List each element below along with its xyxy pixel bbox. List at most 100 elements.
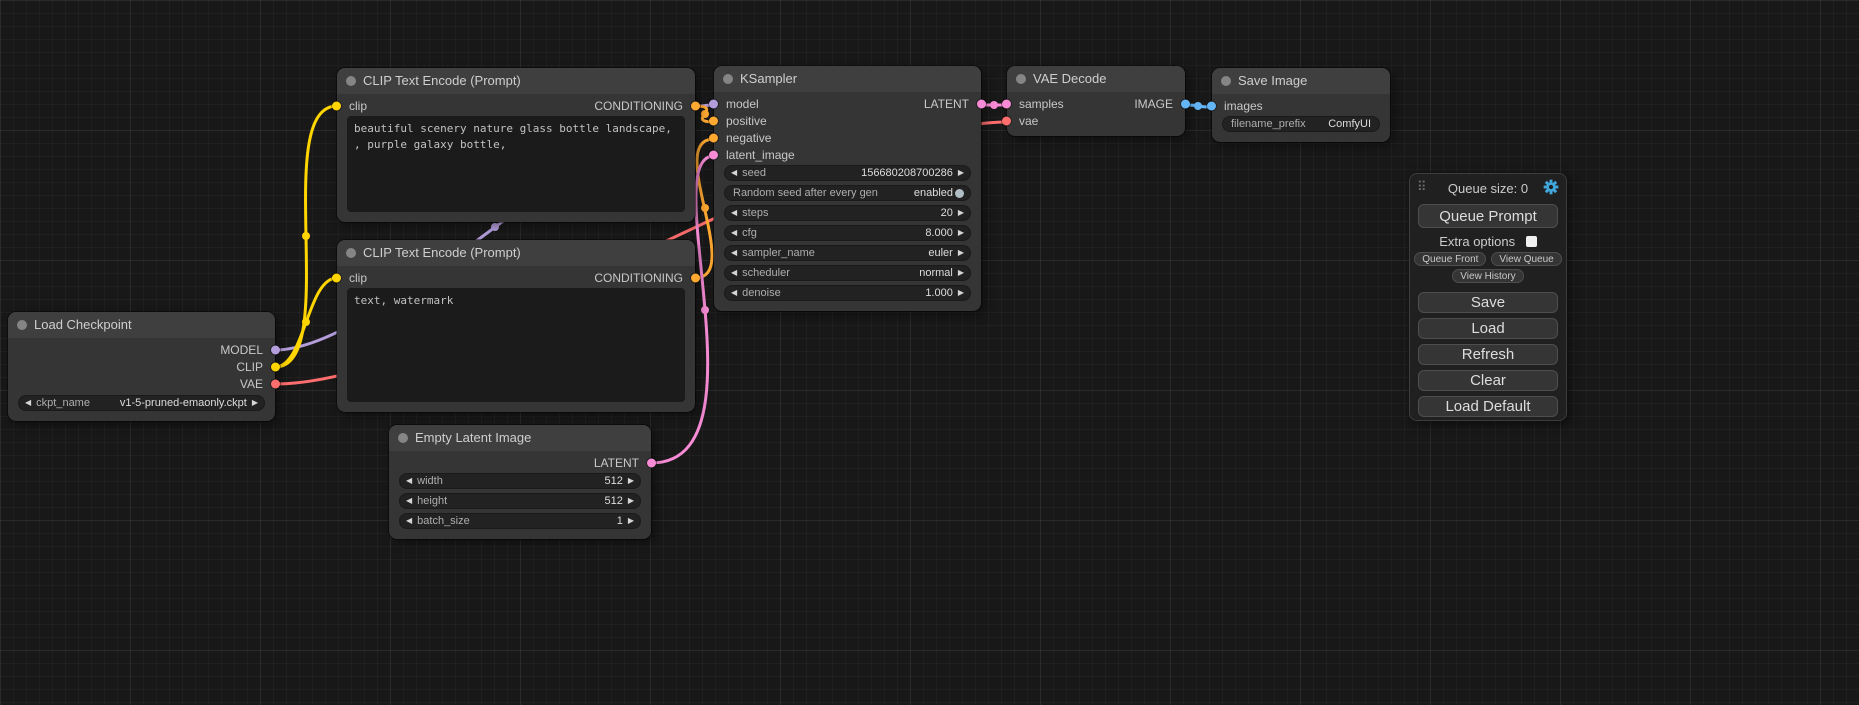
save-button[interactable]: Save <box>1418 292 1558 313</box>
drag-handle-icon[interactable]: ⠿ <box>1417 179 1427 195</box>
node-title-bar[interactable]: Load Checkpoint <box>8 312 275 338</box>
increment-arrow-icon[interactable]: ▶ <box>628 517 634 525</box>
collapse-dot[interactable] <box>17 320 27 330</box>
clear-button[interactable]: Clear <box>1418 370 1558 391</box>
toggle-indicator-icon[interactable] <box>955 189 964 198</box>
output-label-latent: LATENT <box>594 456 639 470</box>
widget-filename-prefix[interactable]: filename_prefix ComfyUI <box>1222 116 1380 132</box>
decrement-arrow-icon[interactable]: ◀ <box>731 209 737 217</box>
input-label-negative: negative <box>726 131 771 145</box>
collapse-dot[interactable] <box>1016 74 1026 84</box>
widget-sampler-name[interactable]: ◀ sampler_name euler ▶ <box>724 245 971 261</box>
widget-ckpt-name[interactable]: ◀ ckpt_name v1-5-pruned-emaonly.ckpt ▶ <box>18 395 265 411</box>
node-title-bar[interactable]: Empty Latent Image <box>389 425 651 451</box>
decrement-arrow-icon[interactable]: ◀ <box>731 169 737 177</box>
collapse-dot[interactable] <box>398 433 408 443</box>
increment-arrow-icon[interactable]: ▶ <box>958 169 964 177</box>
decrement-arrow-icon[interactable]: ◀ <box>406 497 412 505</box>
conditioning-output-slot[interactable] <box>691 273 700 282</box>
slot-row: samples IMAGE <box>1007 95 1185 112</box>
widget-label: steps <box>742 207 768 219</box>
latent-output-slot[interactable] <box>647 458 656 467</box>
slot-row: clip CONDITIONING <box>337 269 695 286</box>
decrement-arrow-icon[interactable]: ◀ <box>731 269 737 277</box>
node-title-bar[interactable]: KSampler <box>714 66 981 92</box>
view-queue-button[interactable]: View Queue <box>1491 252 1561 266</box>
queue-prompt-button[interactable]: Queue Prompt <box>1418 204 1558 228</box>
decrement-arrow-icon[interactable]: ◀ <box>25 399 31 407</box>
increment-arrow-icon[interactable]: ▶ <box>628 497 634 505</box>
conditioning-output-slot[interactable] <box>691 101 700 110</box>
increment-arrow-icon[interactable]: ▶ <box>958 289 964 297</box>
latent-output-slot[interactable] <box>977 99 986 108</box>
collapse-dot[interactable] <box>346 76 356 86</box>
node-title-bar[interactable]: CLIP Text Encode (Prompt) <box>337 240 695 266</box>
positive-input-slot[interactable] <box>709 116 718 125</box>
extra-options-label: Extra options <box>1439 234 1515 249</box>
increment-arrow-icon[interactable]: ▶ <box>958 229 964 237</box>
node-empty-latent-image[interactable]: Empty Latent Image LATENT ◀ width 512 ▶ … <box>389 425 651 539</box>
vae-input-slot[interactable] <box>1002 116 1011 125</box>
increment-arrow-icon[interactable]: ▶ <box>958 269 964 277</box>
widget-width[interactable]: ◀ width 512 ▶ <box>399 473 641 489</box>
input-label-positive: positive <box>726 114 767 128</box>
collapse-dot[interactable] <box>346 248 356 258</box>
node-save-image[interactable]: Save Image images filename_prefix ComfyU… <box>1212 68 1390 142</box>
samples-input-slot[interactable] <box>1002 99 1011 108</box>
clip-input-slot[interactable] <box>332 273 341 282</box>
widget-label: batch_size <box>417 515 470 527</box>
node-ksampler[interactable]: KSampler model LATENT positive negative … <box>714 66 981 311</box>
model-input-slot[interactable] <box>709 99 718 108</box>
vae-output-slot[interactable] <box>271 379 280 388</box>
view-history-button[interactable]: View History <box>1452 269 1523 283</box>
queue-front-button[interactable]: Queue Front <box>1414 252 1486 266</box>
widget-label: seed <box>742 167 766 179</box>
widget-cfg[interactable]: ◀ cfg 8.000 ▶ <box>724 225 971 241</box>
widget-label: scheduler <box>742 267 790 279</box>
widget-height[interactable]: ◀ height 512 ▶ <box>399 493 641 509</box>
decrement-arrow-icon[interactable]: ◀ <box>731 229 737 237</box>
increment-arrow-icon[interactable]: ▶ <box>958 249 964 257</box>
extra-options-checkbox[interactable] <box>1526 236 1537 247</box>
settings-gear-icon[interactable] <box>1543 179 1559 195</box>
decrement-arrow-icon[interactable]: ◀ <box>731 249 737 257</box>
node-graph-canvas[interactable]: Load Checkpoint MODEL CLIP VAE ◀ ckpt_na… <box>0 0 1859 705</box>
increment-arrow-icon[interactable]: ▶ <box>958 209 964 217</box>
node-title-bar[interactable]: CLIP Text Encode (Prompt) <box>337 68 695 94</box>
widget-scheduler[interactable]: ◀ scheduler normal ▶ <box>724 265 971 281</box>
load-button[interactable]: Load <box>1418 318 1558 339</box>
node-title-bar[interactable]: VAE Decode <box>1007 66 1185 92</box>
increment-arrow-icon[interactable]: ▶ <box>628 477 634 485</box>
slot-row: positive <box>714 112 981 129</box>
widget-seed[interactable]: ◀ seed 156680208700286 ▶ <box>724 165 971 181</box>
widget-denoise[interactable]: ◀ denoise 1.000 ▶ <box>724 285 971 301</box>
decrement-arrow-icon[interactable]: ◀ <box>406 477 412 485</box>
positive-prompt-textarea[interactable]: beautiful scenery nature glass bottle la… <box>347 116 685 212</box>
collapse-dot[interactable] <box>1221 76 1231 86</box>
node-title-bar[interactable]: Save Image <box>1212 68 1390 94</box>
widget-batch-size[interactable]: ◀ batch_size 1 ▶ <box>399 513 641 529</box>
images-input-slot[interactable] <box>1207 101 1216 110</box>
collapse-dot[interactable] <box>723 74 733 84</box>
widget-steps[interactable]: ◀ steps 20 ▶ <box>724 205 971 221</box>
negative-prompt-textarea[interactable]: text, watermark <box>347 288 685 402</box>
widget-random-seed-toggle[interactable]: Random seed after every gen enabled <box>724 185 971 201</box>
node-load-checkpoint[interactable]: Load Checkpoint MODEL CLIP VAE ◀ ckpt_na… <box>8 312 275 421</box>
widget-label: sampler_name <box>742 247 815 259</box>
model-output-slot[interactable] <box>271 345 280 354</box>
load-default-button[interactable]: Load Default <box>1418 396 1558 417</box>
node-clip-text-encode-positive[interactable]: CLIP Text Encode (Prompt) clip CONDITION… <box>337 68 695 222</box>
node-vae-decode[interactable]: VAE Decode samples IMAGE vae <box>1007 66 1185 136</box>
negative-input-slot[interactable] <box>709 133 718 142</box>
increment-arrow-icon[interactable]: ▶ <box>252 399 258 407</box>
decrement-arrow-icon[interactable]: ◀ <box>731 289 737 297</box>
node-clip-text-encode-negative[interactable]: CLIP Text Encode (Prompt) clip CONDITION… <box>337 240 695 412</box>
output-label-latent: LATENT <box>924 97 969 111</box>
clip-input-slot[interactable] <box>332 101 341 110</box>
image-output-slot[interactable] <box>1181 99 1190 108</box>
queue-buttons-row: Queue Front View Queue <box>1410 252 1566 266</box>
refresh-button[interactable]: Refresh <box>1418 344 1558 365</box>
clip-output-slot[interactable] <box>271 362 280 371</box>
decrement-arrow-icon[interactable]: ◀ <box>406 517 412 525</box>
latent-image-input-slot[interactable] <box>709 150 718 159</box>
